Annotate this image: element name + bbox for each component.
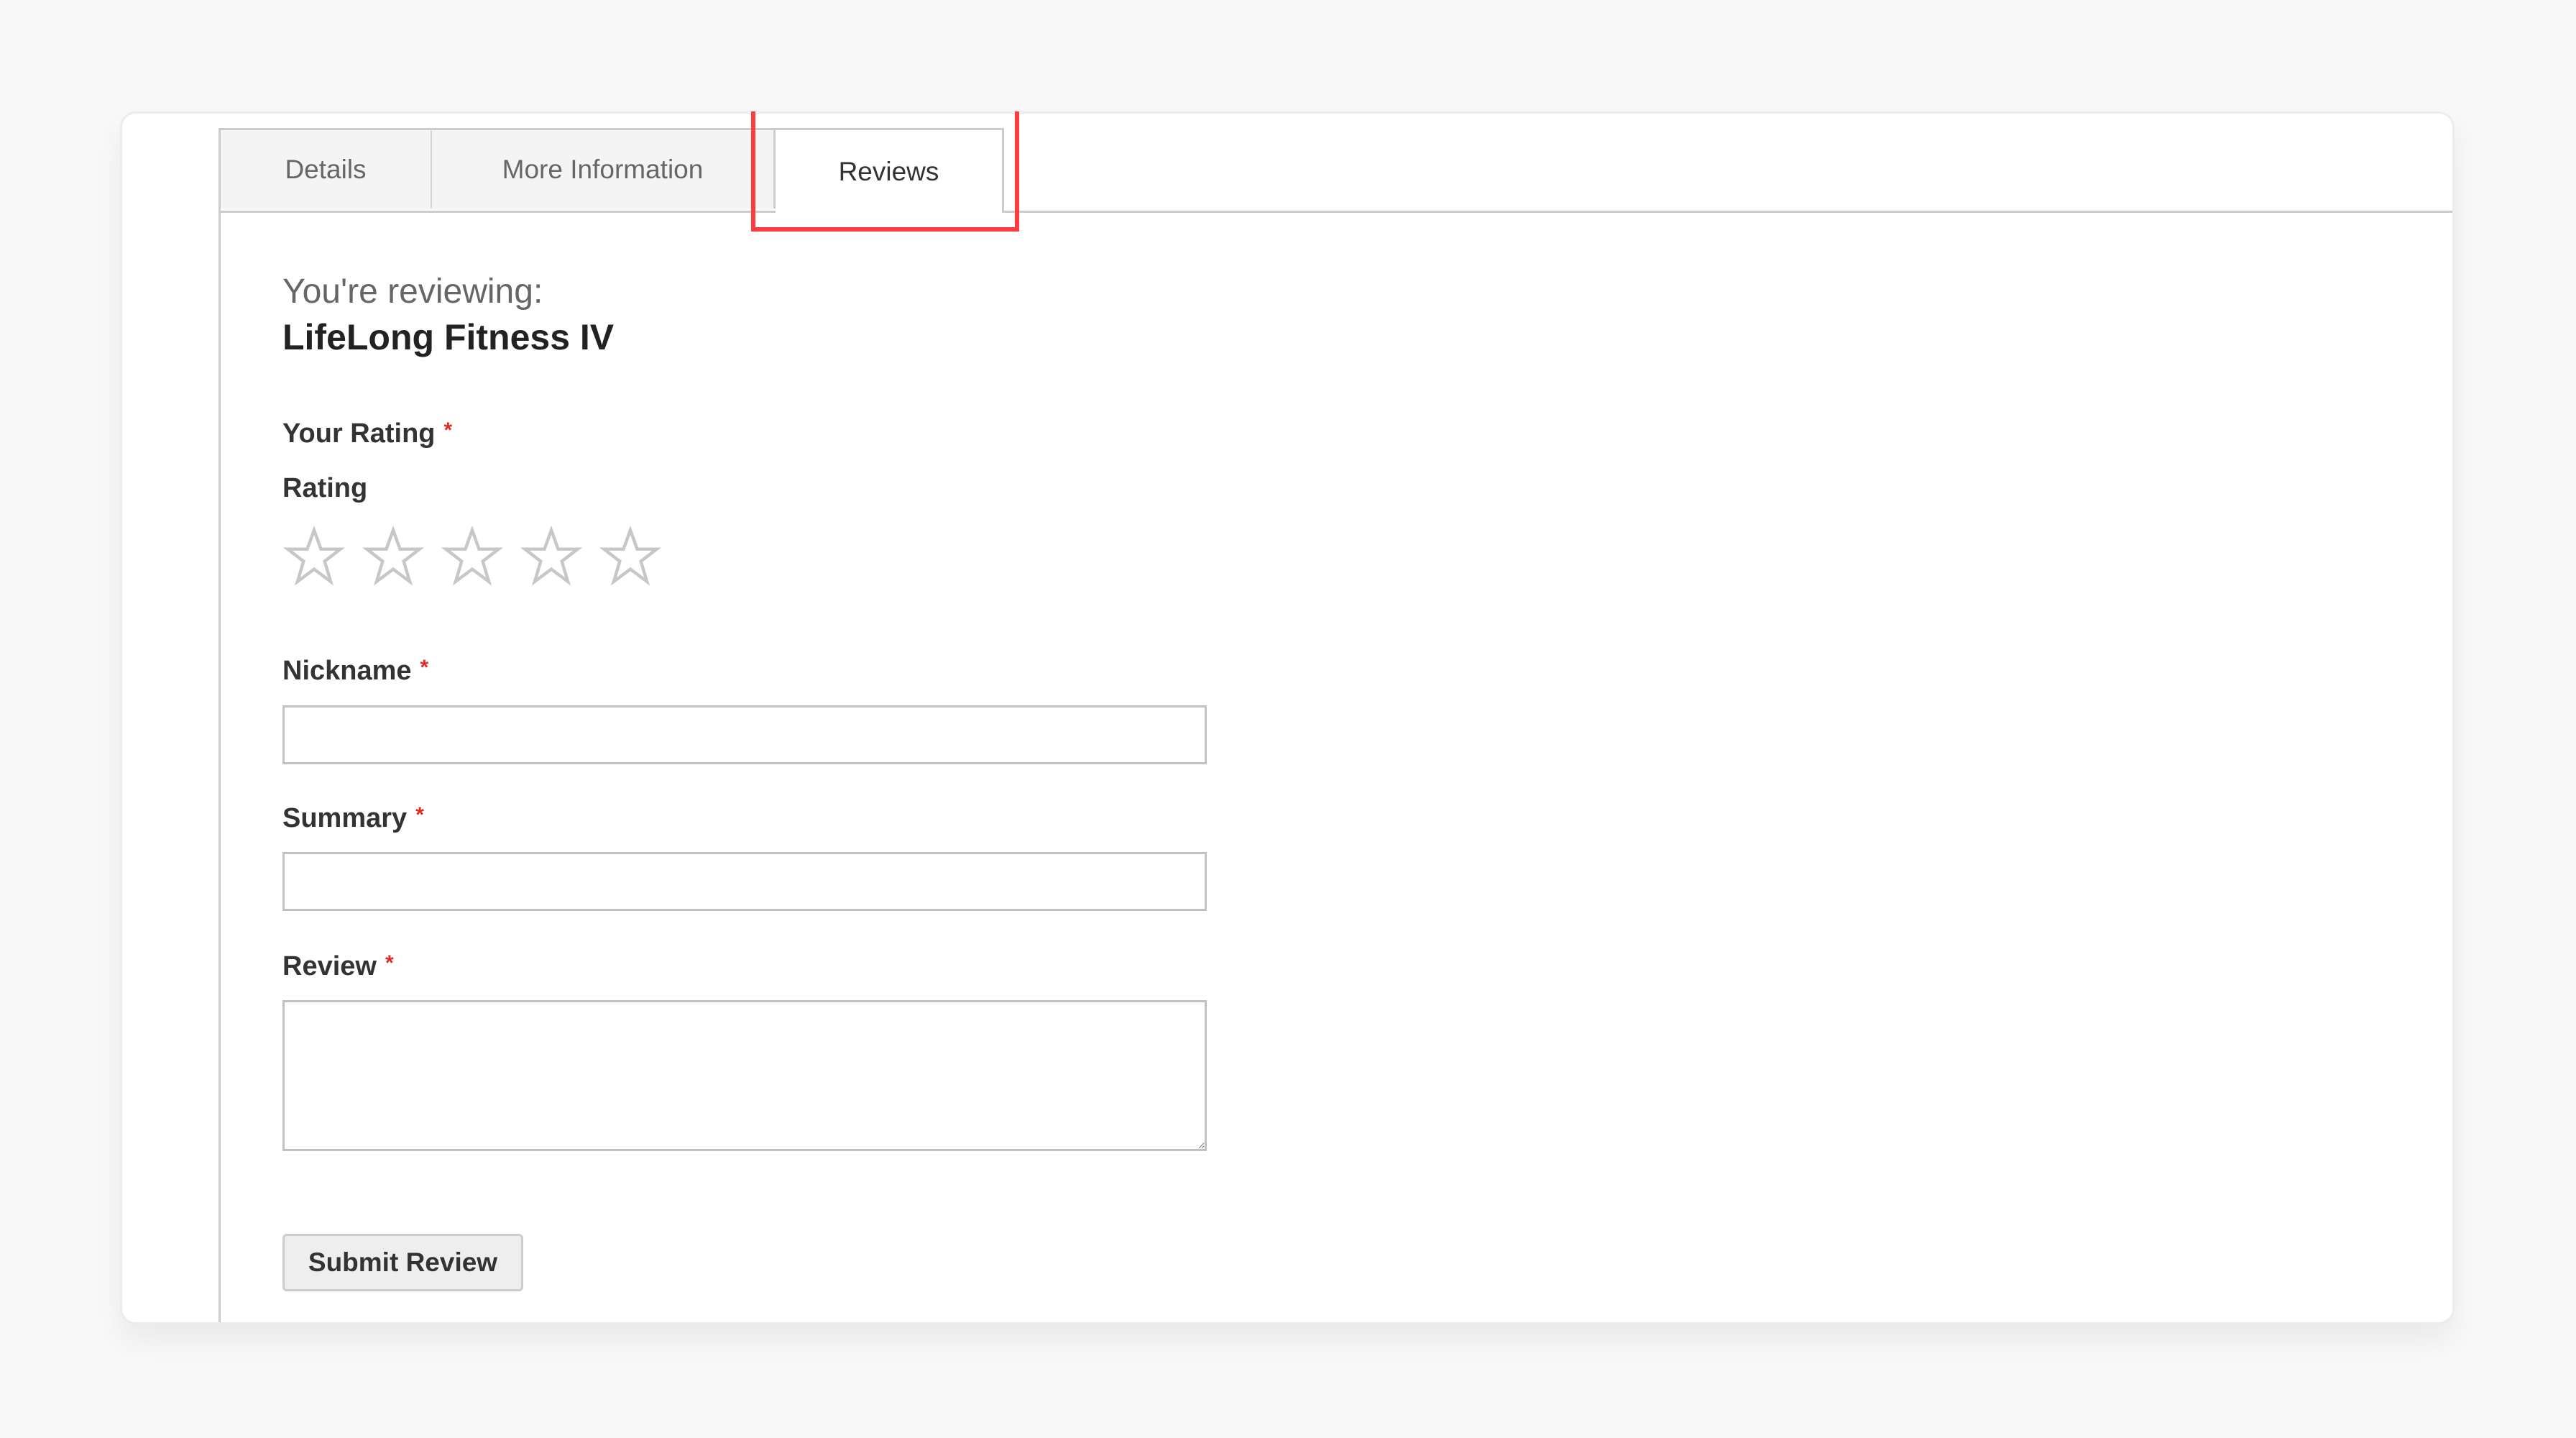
star-outline-icon[interactable]: [362, 525, 425, 588]
summary-label: Summary *: [282, 803, 424, 834]
summary-input[interactable]: [282, 852, 1207, 911]
tab-more-information[interactable]: More Information: [432, 128, 776, 209]
review-label-text: Review: [282, 951, 377, 981]
your-rating-label: Your Rating *: [282, 418, 452, 449]
required-asterisk: *: [420, 656, 429, 679]
submit-review-button[interactable]: Submit Review: [282, 1234, 523, 1291]
summary-label-text: Summary: [282, 803, 408, 833]
tab-details-label: Details: [285, 154, 367, 184]
required-asterisk: *: [385, 951, 394, 975]
tab-more-information-label: More Information: [502, 154, 704, 184]
nickname-label-text: Nickname: [282, 656, 412, 686]
review-label: Review *: [282, 951, 394, 982]
star-outline-icon[interactable]: [441, 525, 504, 588]
reviewing-label: You're reviewing:: [282, 273, 543, 311]
star-outline-icon[interactable]: [520, 525, 583, 588]
required-asterisk: *: [443, 418, 453, 442]
reviews-tab-highlight-box: [751, 111, 1019, 232]
product-name: LifeLong Fitness IV: [282, 317, 615, 357]
review-textarea[interactable]: [282, 1000, 1207, 1151]
star-rating-input[interactable]: [282, 525, 662, 588]
star-outline-icon[interactable]: [599, 525, 662, 588]
rating-label: Rating: [282, 473, 368, 503]
star-outline-icon[interactable]: [282, 525, 346, 588]
nickname-input[interactable]: [282, 705, 1207, 764]
nickname-label: Nickname *: [282, 656, 428, 687]
product-tabs: Details More Information Reviews: [221, 128, 2452, 213]
required-asterisk: *: [415, 803, 424, 827]
tab-details[interactable]: Details: [221, 128, 432, 209]
your-rating-label-text: Your Rating: [282, 418, 436, 449]
